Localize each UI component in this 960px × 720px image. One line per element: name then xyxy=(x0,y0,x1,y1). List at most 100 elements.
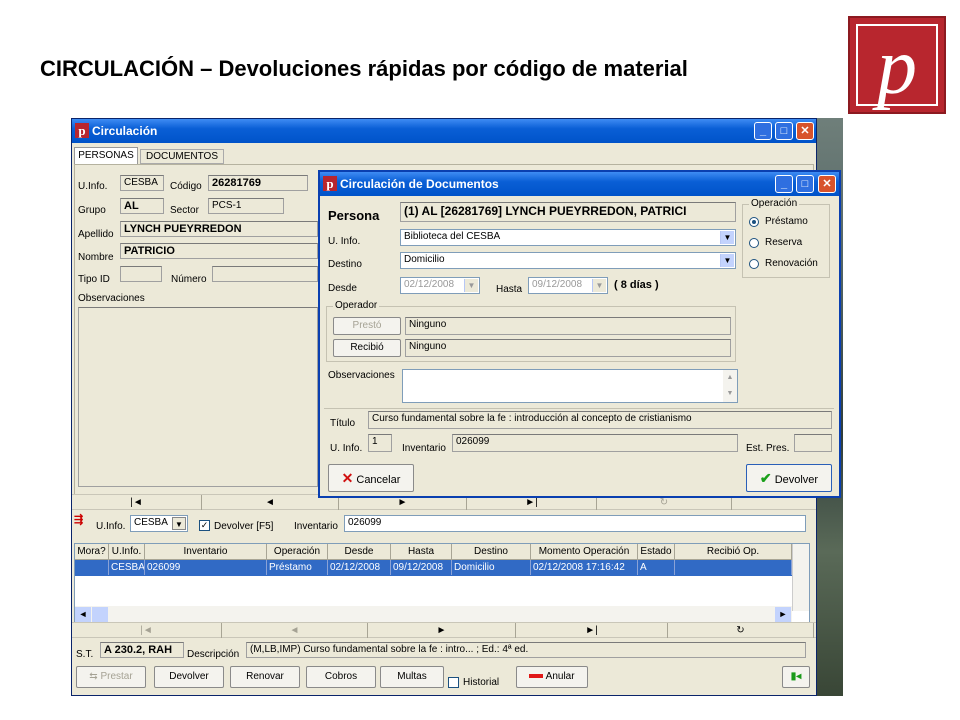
recibio-button[interactable]: Recibió xyxy=(333,339,401,357)
nav-last-button-bottom[interactable]: ►| xyxy=(516,623,668,638)
st-field[interactable]: A 230.2, RAH xyxy=(100,642,184,658)
chevron-down-icon[interactable]: ▼ xyxy=(592,279,606,292)
grid-header-hasta[interactable]: Hasta xyxy=(391,544,452,560)
anular-button[interactable]: Anular xyxy=(516,666,588,688)
grid-header-uinfo[interactable]: U.Info. xyxy=(109,544,145,560)
minimize-button[interactable]: _ xyxy=(754,122,772,140)
hasta-date-picker[interactable]: 09/12/2008 ▼ xyxy=(528,277,608,294)
close-button[interactable]: ✕ xyxy=(796,122,814,140)
cell-hasta: 09/12/2008 xyxy=(391,560,452,575)
apellido-field[interactable]: LYNCH PUEYRREDON xyxy=(120,221,318,237)
prestar-label: Prestar xyxy=(100,671,133,682)
grid-header-desde[interactable]: Desde xyxy=(328,544,391,560)
cancelar-button[interactable]: ✕ Cancelar xyxy=(328,464,414,492)
grid-header-estado[interactable]: Estado xyxy=(638,544,675,560)
main-titlebar[interactable]: p Circulación _ □ ✕ xyxy=(72,119,816,143)
prestar-button[interactable]: ⇆ Prestar xyxy=(76,666,146,688)
dialog-inventario-field[interactable]: 026099 xyxy=(452,434,738,452)
textarea-scrollbar[interactable]: ▲ ▼ xyxy=(723,370,737,402)
logo-frame: p xyxy=(856,23,938,111)
grid-header-inventario[interactable]: Inventario xyxy=(145,544,267,560)
grid-horizontal-scrollbar[interactable]: ◄ ► xyxy=(75,606,792,623)
hasta-label: Hasta xyxy=(496,284,523,295)
maximize-button[interactable]: □ xyxy=(775,122,793,140)
grid-header-destino[interactable]: Destino xyxy=(452,544,531,560)
app-icon: p xyxy=(75,123,89,138)
dialog-uinfo-label: U. Info. xyxy=(328,236,361,247)
descripcion-field[interactable]: (M,LB,IMP) Curso fundamental sobre la fe… xyxy=(246,642,806,658)
quick-uinfo-select[interactable]: CESBA ▼ xyxy=(130,515,188,532)
radio-reserva-label: Reserva xyxy=(765,237,803,248)
codigo-field[interactable]: 26281769 xyxy=(208,175,308,191)
tab-personas[interactable]: PERSONAS xyxy=(74,147,138,164)
tab-documentos[interactable]: DOCUMENTOS xyxy=(140,149,224,164)
nombre-field[interactable]: PATRICIO xyxy=(120,243,318,259)
scroll-right-icon[interactable]: ► xyxy=(775,607,791,622)
nav-next-button-bottom[interactable]: ► xyxy=(368,623,516,638)
scroll-thumb[interactable] xyxy=(92,607,108,622)
titulo-field[interactable]: Curso fundamental sobre la fe : introduc… xyxy=(368,411,832,429)
historial-checkbox[interactable] xyxy=(448,677,459,688)
nav-prev-button-bottom[interactable]: ◄ xyxy=(222,623,368,638)
scroll-left-icon[interactable]: ◄ xyxy=(75,607,91,622)
numero-field[interactable] xyxy=(212,266,318,282)
nav-bar-bottom: |◄ ◄ ► ►| ↻ xyxy=(72,622,816,638)
multas-button[interactable]: Multas xyxy=(380,666,444,688)
cell-estado: A xyxy=(638,560,675,575)
quick-inventario-input[interactable]: 026099 xyxy=(344,515,806,532)
radio-reserva[interactable] xyxy=(749,238,759,248)
dialog-titlebar[interactable]: p Circulación de Documentos _ □ ✕ xyxy=(320,172,839,196)
nombre-label: Nombre xyxy=(78,252,114,263)
dialog-minimize-button[interactable]: _ xyxy=(775,175,793,193)
grid-header-mora[interactable]: Mora? xyxy=(75,544,109,560)
uinfo-field[interactable]: CESBA xyxy=(120,175,164,191)
persona-label: Persona xyxy=(328,208,380,223)
devolver-dialog-label: Devolver xyxy=(774,474,819,486)
exit-door-icon[interactable]: ▮◂ xyxy=(782,666,810,688)
tipoid-label: Tipo ID xyxy=(78,274,110,285)
desde-date-picker[interactable]: 02/12/2008 ▼ xyxy=(400,277,480,294)
estpres-field[interactable] xyxy=(794,434,832,452)
recibio-field[interactable]: Ninguno xyxy=(405,339,731,357)
cobros-button[interactable]: Cobros xyxy=(306,666,376,688)
devolver-main-button[interactable]: Devolver xyxy=(154,666,224,688)
radio-renovacion[interactable] xyxy=(749,259,759,269)
devolver-dialog-button[interactable]: ✔ Devolver xyxy=(746,464,832,492)
dialog-uinfo-select[interactable]: Biblioteca del CESBA ▼ xyxy=(400,229,736,246)
chevron-down-icon[interactable]: ▼ xyxy=(720,254,734,267)
dialog-close-button[interactable]: ✕ xyxy=(818,175,836,193)
presto-field[interactable]: Ninguno xyxy=(405,317,731,335)
nav-first-button[interactable]: |◄ xyxy=(72,495,202,510)
devolver-checkbox[interactable]: ✓ xyxy=(199,520,210,531)
renovar-button[interactable]: Renovar xyxy=(230,666,300,688)
cell-inventario: 026099 xyxy=(145,560,267,575)
dialog-uinfo2-field[interactable]: 1 xyxy=(368,434,392,452)
nav-refresh-button-bottom[interactable]: ↻ xyxy=(668,623,814,638)
grupo-field[interactable]: AL xyxy=(120,198,164,214)
grid-header-momento[interactable]: Momento Operación xyxy=(531,544,638,560)
sector-field[interactable]: PCS-1 xyxy=(208,198,284,214)
grid-header-recibio[interactable]: Recibió Op. xyxy=(675,544,792,560)
chevron-down-icon[interactable]: ▼ xyxy=(172,517,186,530)
grid-vertical-scrollbar[interactable] xyxy=(792,544,809,611)
circulacion-documentos-dialog: p Circulación de Documentos _ □ ✕ Person… xyxy=(318,170,841,498)
transfer-icon: ⇆ xyxy=(89,671,101,682)
cell-mora xyxy=(75,560,109,575)
radio-prestamo[interactable] xyxy=(749,217,759,227)
estpres-label: Est. Pres. xyxy=(746,443,790,454)
cell-uinfo: CESBA xyxy=(111,560,145,575)
destino-select[interactable]: Domicilio ▼ xyxy=(400,252,736,269)
chevron-down-icon[interactable]: ▼ xyxy=(720,231,734,244)
tipoid-field[interactable] xyxy=(120,266,162,282)
chevron-down-icon[interactable]: ▼ xyxy=(464,279,478,292)
main-window-title: Circulación xyxy=(92,124,158,138)
observaciones-field[interactable] xyxy=(78,307,318,487)
grid-header-operacion[interactable]: Operación xyxy=(267,544,328,560)
persona-field[interactable]: (1) AL [26281769] LYNCH PUEYRREDON, PATR… xyxy=(400,202,736,222)
dialog-maximize-button[interactable]: □ xyxy=(796,175,814,193)
quick-uinfo-value: CESBA xyxy=(134,517,168,528)
presto-button[interactable]: Prestó xyxy=(333,317,401,335)
hasta-value: 09/12/2008 xyxy=(532,279,583,290)
dialog-observaciones-textarea[interactable]: ▲ ▼ xyxy=(402,369,738,403)
nav-first-button-bottom[interactable]: |◄ xyxy=(72,623,222,638)
